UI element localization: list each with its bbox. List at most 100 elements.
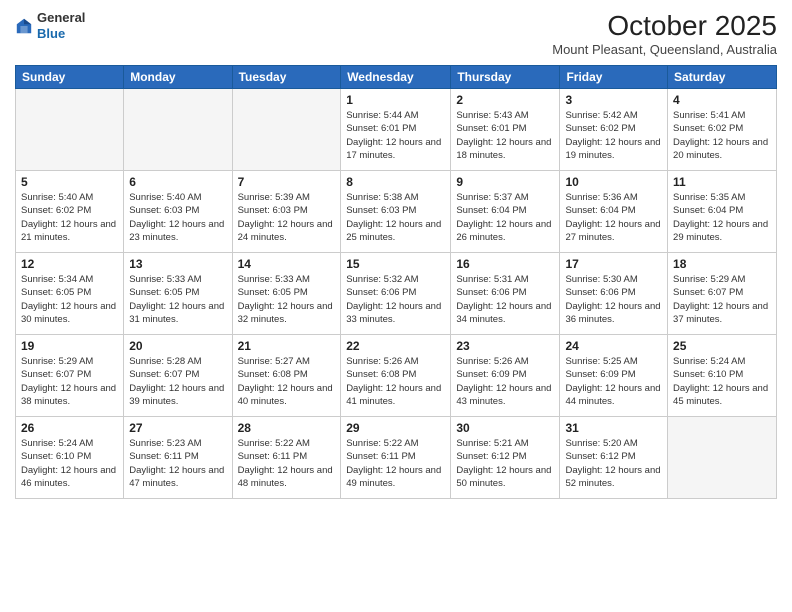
- day-info: Sunrise: 5:32 AM Sunset: 6:06 PM Dayligh…: [346, 273, 445, 326]
- day-number: 28: [238, 421, 336, 435]
- day-info: Sunrise: 5:36 AM Sunset: 6:04 PM Dayligh…: [565, 191, 662, 244]
- day-number: 23: [456, 339, 554, 353]
- day-info: Sunrise: 5:35 AM Sunset: 6:04 PM Dayligh…: [673, 191, 771, 244]
- logo: General Blue: [15, 10, 85, 41]
- calendar-cell: 31Sunrise: 5:20 AM Sunset: 6:12 PM Dayli…: [560, 417, 668, 499]
- day-number: 14: [238, 257, 336, 271]
- day-number: 13: [129, 257, 226, 271]
- day-info: Sunrise: 5:43 AM Sunset: 6:01 PM Dayligh…: [456, 109, 554, 162]
- day-number: 12: [21, 257, 118, 271]
- day-info: Sunrise: 5:30 AM Sunset: 6:06 PM Dayligh…: [565, 273, 662, 326]
- calendar-cell: 5 Sunrise: 5:40 AM Sunset: 6:02 PM Daylig…: [16, 171, 124, 253]
- day-number: 24: [565, 339, 662, 353]
- calendar-cell: 12 Sunrise: 5:34 AM Sunset: 6:05 PM Dayli…: [16, 253, 124, 335]
- calendar-cell: 7 Sunrise: 5:39 AM Sunset: 6:03 PM Daylig…: [232, 171, 341, 253]
- day-info: Sunrise: 5:29 AM Sunset: 6:07 PM Dayligh…: [21, 355, 118, 408]
- day-info: Sunrise: 5:22 AM Sunset: 6:11 PM Dayligh…: [346, 437, 445, 490]
- calendar-cell: 19 Sunrise: 5:29 AM Sunset: 6:07 PM Dayli…: [16, 335, 124, 417]
- calendar-cell: 15 Sunrise: 5:32 AM Sunset: 6:06 PM Dayli…: [341, 253, 451, 335]
- calendar-cell: 9 Sunrise: 5:37 AM Sunset: 6:04 PM Daylig…: [451, 171, 560, 253]
- col-monday: Monday: [124, 66, 232, 89]
- calendar-cell: 30Sunrise: 5:21 AM Sunset: 6:12 PM Dayli…: [451, 417, 560, 499]
- day-number: 30: [456, 421, 554, 435]
- calendar-cell: 2 Sunrise: 5:43 AM Sunset: 6:01 PM Daylig…: [451, 89, 560, 171]
- day-number: 17: [565, 257, 662, 271]
- calendar-cell: 1Sunrise: 5:44 AM Sunset: 6:01 PM Daylig…: [341, 89, 451, 171]
- calendar-cell: 4Sunrise: 5:41 AM Sunset: 6:02 PM Daylig…: [668, 89, 777, 171]
- day-info: Sunrise: 5:23 AM Sunset: 6:11 PM Dayligh…: [129, 437, 226, 490]
- day-info: Sunrise: 5:24 AM Sunset: 6:10 PM Dayligh…: [21, 437, 118, 490]
- calendar-cell: 18 Sunrise: 5:29 AM Sunset: 6:07 PM Dayli…: [668, 253, 777, 335]
- day-number: 20: [129, 339, 226, 353]
- week-row-1: 1Sunrise: 5:44 AM Sunset: 6:01 PM Daylig…: [16, 89, 777, 171]
- day-info: Sunrise: 5:40 AM Sunset: 6:03 PM Dayligh…: [129, 191, 226, 244]
- day-info: Sunrise: 5:33 AM Sunset: 6:05 PM Dayligh…: [238, 273, 336, 326]
- week-row-3: 12 Sunrise: 5:34 AM Sunset: 6:05 PM Dayli…: [16, 253, 777, 335]
- day-number: 29: [346, 421, 445, 435]
- calendar-cell: 20 Sunrise: 5:28 AM Sunset: 6:07 PM Dayli…: [124, 335, 232, 417]
- calendar-cell: 27 Sunrise: 5:23 AM Sunset: 6:11 PM Dayli…: [124, 417, 232, 499]
- day-number: 6: [129, 175, 226, 189]
- col-wednesday: Wednesday: [341, 66, 451, 89]
- day-info: Sunrise: 5:38 AM Sunset: 6:03 PM Dayligh…: [346, 191, 445, 244]
- day-info: Sunrise: 5:39 AM Sunset: 6:03 PM Dayligh…: [238, 191, 336, 244]
- day-number: 19: [21, 339, 118, 353]
- day-number: 27: [129, 421, 226, 435]
- week-row-5: 26 Sunrise: 5:24 AM Sunset: 6:10 PM Dayli…: [16, 417, 777, 499]
- day-info: Sunrise: 5:40 AM Sunset: 6:02 PM Dayligh…: [21, 191, 118, 244]
- day-number: 9: [456, 175, 554, 189]
- day-number: 10: [565, 175, 662, 189]
- calendar-cell: [16, 89, 124, 171]
- header: General Blue October 2025 Mount Pleasant…: [15, 10, 777, 57]
- title-block: October 2025 Mount Pleasant, Queensland,…: [552, 10, 777, 57]
- day-info: Sunrise: 5:27 AM Sunset: 6:08 PM Dayligh…: [238, 355, 336, 408]
- calendar-cell: 28 Sunrise: 5:22 AM Sunset: 6:11 PM Dayli…: [232, 417, 341, 499]
- day-number: 3: [565, 93, 662, 107]
- day-number: 21: [238, 339, 336, 353]
- day-number: 16: [456, 257, 554, 271]
- calendar-cell: [124, 89, 232, 171]
- day-number: 18: [673, 257, 771, 271]
- day-info: Sunrise: 5:31 AM Sunset: 6:06 PM Dayligh…: [456, 273, 554, 326]
- col-friday: Friday: [560, 66, 668, 89]
- day-number: 5: [21, 175, 118, 189]
- day-info: Sunrise: 5:37 AM Sunset: 6:04 PM Dayligh…: [456, 191, 554, 244]
- month-title: October 2025: [552, 10, 777, 42]
- col-saturday: Saturday: [668, 66, 777, 89]
- day-number: 31: [565, 421, 662, 435]
- day-info: Sunrise: 5:42 AM Sunset: 6:02 PM Dayligh…: [565, 109, 662, 162]
- calendar-header-row: Sunday Monday Tuesday Wednesday Thursday…: [16, 66, 777, 89]
- week-row-4: 19 Sunrise: 5:29 AM Sunset: 6:07 PM Dayli…: [16, 335, 777, 417]
- day-number: 25: [673, 339, 771, 353]
- calendar-cell: 16 Sunrise: 5:31 AM Sunset: 6:06 PM Dayli…: [451, 253, 560, 335]
- day-number: 8: [346, 175, 445, 189]
- calendar-cell: [668, 417, 777, 499]
- calendar-cell: 11 Sunrise: 5:35 AM Sunset: 6:04 PM Dayli…: [668, 171, 777, 253]
- day-info: Sunrise: 5:34 AM Sunset: 6:05 PM Dayligh…: [21, 273, 118, 326]
- day-number: 22: [346, 339, 445, 353]
- calendar-cell: 3 Sunrise: 5:42 AM Sunset: 6:02 PM Daylig…: [560, 89, 668, 171]
- calendar-cell: 6 Sunrise: 5:40 AM Sunset: 6:03 PM Daylig…: [124, 171, 232, 253]
- calendar-cell: 8 Sunrise: 5:38 AM Sunset: 6:03 PM Daylig…: [341, 171, 451, 253]
- calendar-cell: 17 Sunrise: 5:30 AM Sunset: 6:06 PM Dayli…: [560, 253, 668, 335]
- calendar-cell: 21 Sunrise: 5:27 AM Sunset: 6:08 PM Dayli…: [232, 335, 341, 417]
- day-number: 2: [456, 93, 554, 107]
- calendar-cell: 10 Sunrise: 5:36 AM Sunset: 6:04 PM Dayli…: [560, 171, 668, 253]
- day-number: 11: [673, 175, 771, 189]
- calendar-cell: 22 Sunrise: 5:26 AM Sunset: 6:08 PM Dayli…: [341, 335, 451, 417]
- day-number: 26: [21, 421, 118, 435]
- calendar-cell: 23 Sunrise: 5:26 AM Sunset: 6:09 PM Dayli…: [451, 335, 560, 417]
- day-number: 7: [238, 175, 336, 189]
- day-number: 1: [346, 93, 445, 107]
- calendar-cell: 24 Sunrise: 5:25 AM Sunset: 6:09 PM Dayli…: [560, 335, 668, 417]
- day-info: Sunrise: 5:28 AM Sunset: 6:07 PM Dayligh…: [129, 355, 226, 408]
- day-info: Sunrise: 5:25 AM Sunset: 6:09 PM Dayligh…: [565, 355, 662, 408]
- day-info: Sunrise: 5:26 AM Sunset: 6:09 PM Dayligh…: [456, 355, 554, 408]
- col-tuesday: Tuesday: [232, 66, 341, 89]
- day-number: 15: [346, 257, 445, 271]
- day-info: Sunrise: 5:41 AM Sunset: 6:02 PM Dayligh…: [673, 109, 771, 162]
- day-info: Sunrise: 5:26 AM Sunset: 6:08 PM Dayligh…: [346, 355, 445, 408]
- calendar-cell: [232, 89, 341, 171]
- day-info: Sunrise: 5:22 AM Sunset: 6:11 PM Dayligh…: [238, 437, 336, 490]
- day-info: Sunrise: 5:29 AM Sunset: 6:07 PM Dayligh…: [673, 273, 771, 326]
